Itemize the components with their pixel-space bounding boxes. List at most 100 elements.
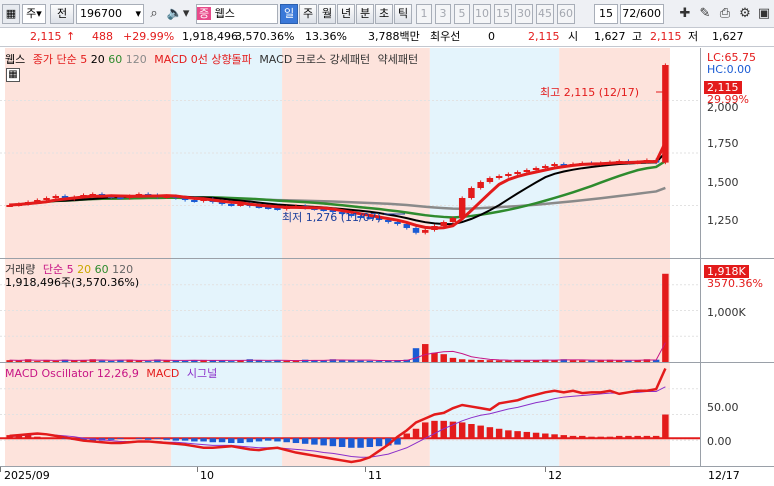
macd-osc-bar xyxy=(662,414,669,439)
interval-button[interactable]: 45 xyxy=(536,4,554,24)
candle-body xyxy=(551,164,558,166)
name-badge: 증 xyxy=(197,7,212,20)
macd-osc-bar xyxy=(228,438,235,444)
tab-2[interactable]: 월 xyxy=(318,4,336,24)
date-label: 12/17 xyxy=(708,469,740,482)
date-tick xyxy=(0,467,1,472)
count-input[interactable]: 72/600 xyxy=(620,4,664,24)
price-chart-area[interactable]: 웹스 종가 단순 5 20 60 120 MACD 0선 상향돌파 MACD 크… xyxy=(0,48,700,258)
tick-1500: 1,500 xyxy=(707,176,739,189)
candle-body xyxy=(228,204,235,206)
tick-2000: 2,000 xyxy=(707,101,739,114)
tab-1[interactable]: 주 xyxy=(299,4,317,24)
macd-osc-bar xyxy=(200,438,207,442)
macd-cross-legend: MACD 크로스 강세패턴 xyxy=(259,53,371,66)
macd-osc-bar xyxy=(523,431,531,439)
candle-body xyxy=(523,170,531,172)
volume-pct-tag: 3570.36% xyxy=(707,277,763,290)
date-label: 2025/09 xyxy=(4,469,50,482)
macd-osc-bar xyxy=(43,437,50,439)
interval-button[interactable]: 10 xyxy=(473,4,491,24)
candle-body xyxy=(486,178,494,182)
macd-chart-area[interactable]: MACD Oscillator 12,26,9 MACD 시그널 xyxy=(0,363,700,466)
volume-axis: 1,918K 3570.36% 1,000K xyxy=(700,259,774,362)
macd-osc-bar xyxy=(135,438,143,440)
macd-osc-bar xyxy=(218,438,226,443)
stock-name-field[interactable]: 증 웹스 xyxy=(196,4,278,24)
tab-3[interactable]: 년 xyxy=(337,4,355,24)
candle-body xyxy=(422,230,429,233)
code-input[interactable]: 196700 ▾ xyxy=(76,4,144,24)
macd-osc-bar xyxy=(495,428,503,439)
all-market-button[interactable]: 전 xyxy=(50,4,74,24)
draw-tool-icon[interactable]: ✎ xyxy=(696,4,714,24)
grid-icon[interactable]: ▦ xyxy=(2,4,20,24)
search-icon[interactable]: ⌕ xyxy=(146,4,162,24)
interval-dropdown[interactable]: 15 xyxy=(594,4,618,24)
table-icon[interactable]: ▦ xyxy=(6,68,20,82)
candle-body xyxy=(449,218,457,222)
macd-osc-bar xyxy=(163,438,170,440)
tab-4[interactable]: 분 xyxy=(356,4,374,24)
price-legend: 웹스 종가 단순 5 20 60 120 MACD 0선 상향돌파 MACD 크… xyxy=(5,51,418,67)
order-qty: 0 xyxy=(488,30,495,43)
macd-osc-bar xyxy=(532,432,540,439)
crosshair-icon[interactable]: ✚ xyxy=(676,4,694,24)
volume-chart-area[interactable]: 거래량 단순 5 20 60 120 1,918,496주(3,570.36%) xyxy=(0,259,700,362)
open-label: 시 xyxy=(568,30,579,43)
macd-osc-title: MACD Oscillator 12,26,9 xyxy=(5,367,139,380)
interval-button[interactable]: 30 xyxy=(515,4,533,24)
volume-bar xyxy=(412,348,420,362)
settings-icon[interactable]: ⚙ xyxy=(736,4,754,24)
macd-osc-bar xyxy=(375,438,383,447)
macd-axis: 50.00 0.00 xyxy=(700,363,774,466)
tab-0[interactable]: 일 xyxy=(280,4,298,24)
macd-osc-bar xyxy=(301,438,309,444)
interval-button[interactable]: 60 xyxy=(557,4,575,24)
high-price: 2,115 xyxy=(650,30,682,43)
macd-osc-bar xyxy=(606,436,614,439)
interval-button[interactable]: 15 xyxy=(494,4,512,24)
sound-icon[interactable]: 🔈▾ xyxy=(164,4,192,24)
macd-osc-bar xyxy=(320,438,327,446)
macd-osc-bar xyxy=(246,438,253,443)
candle-body xyxy=(514,172,521,174)
code-dropdown-icon[interactable]: ▾ xyxy=(135,5,141,23)
date-label: 10 xyxy=(200,469,214,482)
macd-osc-bar xyxy=(144,438,152,440)
macd-osc-bar xyxy=(597,436,604,439)
tick-1750: 1,750 xyxy=(707,137,739,150)
macd-osc-bar xyxy=(477,425,484,439)
macd-zero-legend: MACD 0선 상향돌파 xyxy=(154,53,252,66)
macd-osc-bar xyxy=(274,438,281,442)
ma120-legend: 120 xyxy=(125,53,147,66)
macd-osc-bar xyxy=(292,438,300,444)
candle-body xyxy=(505,174,512,176)
tab-6[interactable]: 틱 xyxy=(394,4,412,24)
interval-button[interactable]: 1 xyxy=(416,4,432,24)
screenshot-icon[interactable]: ⎙ xyxy=(716,4,734,24)
macd-osc-bar xyxy=(588,436,595,439)
interval-button[interactable]: 3 xyxy=(435,4,451,24)
candle-body xyxy=(542,166,549,168)
toolbar: ▦ 주▾ 전 196700 ▾ ⌕ 🔈▾ 증 웹스 일주월년분초틱 1 3 5 10 15… xyxy=(0,0,774,28)
signal-legend: 시그널 xyxy=(186,367,218,380)
macd-osc-bar xyxy=(117,438,124,440)
interval-button[interactable]: 5 xyxy=(454,4,470,24)
low-price: 1,627 xyxy=(712,30,744,43)
date-axis: 2025/09 10 11 12 12/17 xyxy=(0,467,774,486)
macd-osc-bar xyxy=(615,435,623,439)
macd-osc-bar xyxy=(329,438,337,447)
macd-osc-bar xyxy=(255,438,263,442)
macd-osc-bar xyxy=(514,431,521,439)
price-info-bar: 2,115 ↑ 488 +29.99% 1,918,496 3,570.36% … xyxy=(0,28,774,47)
date-tick xyxy=(365,467,366,472)
tab-5[interactable]: 초 xyxy=(375,4,393,24)
macd-osc-bar xyxy=(542,433,549,439)
tile-icon[interactable]: ▣ xyxy=(756,4,772,24)
volume-ratio: 3,570.36% xyxy=(235,30,295,43)
macd-osc-bar xyxy=(486,427,494,439)
period-dropdown[interactable]: 주▾ xyxy=(22,4,46,24)
macd-osc-bar xyxy=(643,435,651,439)
tick-50: 50.00 xyxy=(707,401,739,414)
